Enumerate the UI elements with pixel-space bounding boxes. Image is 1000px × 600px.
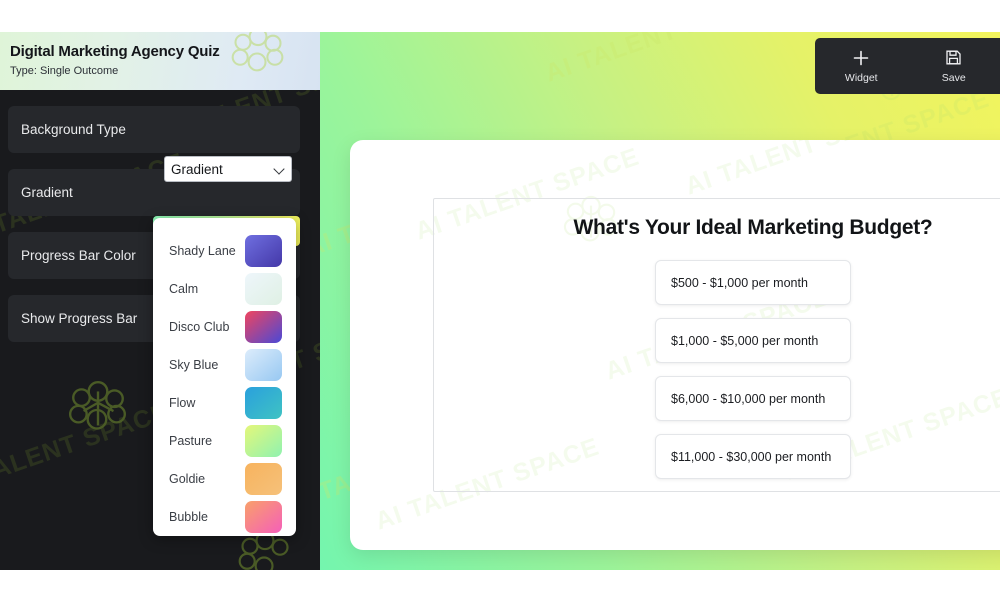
answer-option[interactable]: $11,000 - $30,000 per month xyxy=(655,434,851,479)
gradient-option-swatch xyxy=(245,463,282,495)
gradient-option-swatch xyxy=(245,273,282,305)
plus-icon xyxy=(852,49,870,67)
watermark-text: AI TALENT SPACE xyxy=(681,140,913,201)
top-white-band xyxy=(0,0,1000,32)
brain-logo-icon xyxy=(65,380,131,440)
preview-canvas: AI TALENT SPACE AI TALENT SPACE AI TALEN… xyxy=(320,32,1000,570)
app-root: AI TALENT SPACE AI TALENT SPACE AI TALEN… xyxy=(0,0,1000,600)
gradient-option-swatch xyxy=(245,349,282,381)
bottom-white-band xyxy=(0,570,1000,600)
gradient-option-label: Sky Blue xyxy=(169,358,219,372)
gradient-option-swatch xyxy=(245,387,282,419)
floppy-disk-icon xyxy=(945,49,963,67)
gradient-option[interactable]: Sky Blue xyxy=(153,346,296,384)
gradient-option[interactable]: Goldie xyxy=(153,460,296,498)
gradient-options-menu[interactable]: Shady Lane Calm Disco Club Sky Blue Flow Past… xyxy=(153,218,296,536)
answer-option[interactable]: $500 - $1,000 per month xyxy=(655,260,851,305)
gradient-option[interactable]: Shady Lane xyxy=(153,232,296,270)
page-title: Digital Marketing Agency Quiz xyxy=(10,43,220,60)
left-panel: Digital Marketing Agency Quiz Type: Sing… xyxy=(0,32,320,570)
save-label: Save xyxy=(941,71,966,84)
header-watermark-layer xyxy=(0,32,320,90)
gradient-option-label: Disco Club xyxy=(169,320,230,334)
watermark-text: AI TALENT SPACE xyxy=(541,32,773,88)
chevron-down-icon xyxy=(274,164,285,175)
setting-row-background-type[interactable]: Background Type xyxy=(8,106,300,153)
setting-label: Show Progress Bar xyxy=(21,311,138,326)
question-panel: What's Your Ideal Marketing Budget? $500… xyxy=(433,198,1000,492)
save-button[interactable]: Save xyxy=(908,49,1000,84)
gradient-option-label: Flow xyxy=(169,396,196,410)
background-type-select[interactable]: Gradient xyxy=(164,156,292,182)
gradient-option-swatch xyxy=(245,425,282,457)
gradient-option[interactable]: Flow xyxy=(153,384,296,422)
answer-option[interactable]: $6,000 - $10,000 per month xyxy=(655,376,851,421)
gradient-option-label: Shady Lane xyxy=(169,244,236,258)
quiz-preview-card: AI TALENT SPACE AI TALENT SPACE AI TALEN… xyxy=(350,140,1000,550)
editor-stage: AI TALENT SPACE AI TALENT SPACE AI TALEN… xyxy=(0,32,1000,570)
gradient-option[interactable]: Bubble xyxy=(153,498,296,536)
gradient-option-label: Pasture xyxy=(169,434,213,448)
gradient-option-label: Goldie xyxy=(169,472,206,486)
quiz-header: Digital Marketing Agency Quiz Type: Sing… xyxy=(0,32,320,90)
answer-list: $500 - $1,000 per month $1,000 - $5,000 … xyxy=(434,260,1000,479)
setting-label: Background Type xyxy=(21,122,126,137)
question-title: What's Your Ideal Marketing Budget? xyxy=(573,216,933,239)
gradient-option-label: Bubble xyxy=(169,510,208,524)
gradient-option[interactable]: Disco Club xyxy=(153,308,296,346)
add-widget-label: Widget xyxy=(844,71,878,84)
gradient-option[interactable]: Calm xyxy=(153,270,296,308)
gradient-option-swatch xyxy=(245,235,282,267)
add-widget-button[interactable]: Widget xyxy=(815,49,908,84)
gradient-option-swatch xyxy=(245,501,282,533)
quiz-type-label: Type: Single Outcome xyxy=(10,65,119,77)
gradient-option-label: Calm xyxy=(169,282,199,296)
setting-label: Gradient xyxy=(21,185,73,200)
answer-option[interactable]: $1,000 - $5,000 per month xyxy=(655,318,851,363)
canvas-toolbar: Widget Save xyxy=(815,38,1000,94)
gradient-option[interactable]: Pasture xyxy=(153,422,296,460)
brain-logo-icon xyxy=(235,530,295,570)
background-type-value: Gradient xyxy=(171,161,223,177)
watermark-text: AI TALENT SPACE xyxy=(0,397,173,501)
gradient-option-swatch xyxy=(245,311,282,343)
setting-label: Progress Bar Color xyxy=(21,248,136,263)
